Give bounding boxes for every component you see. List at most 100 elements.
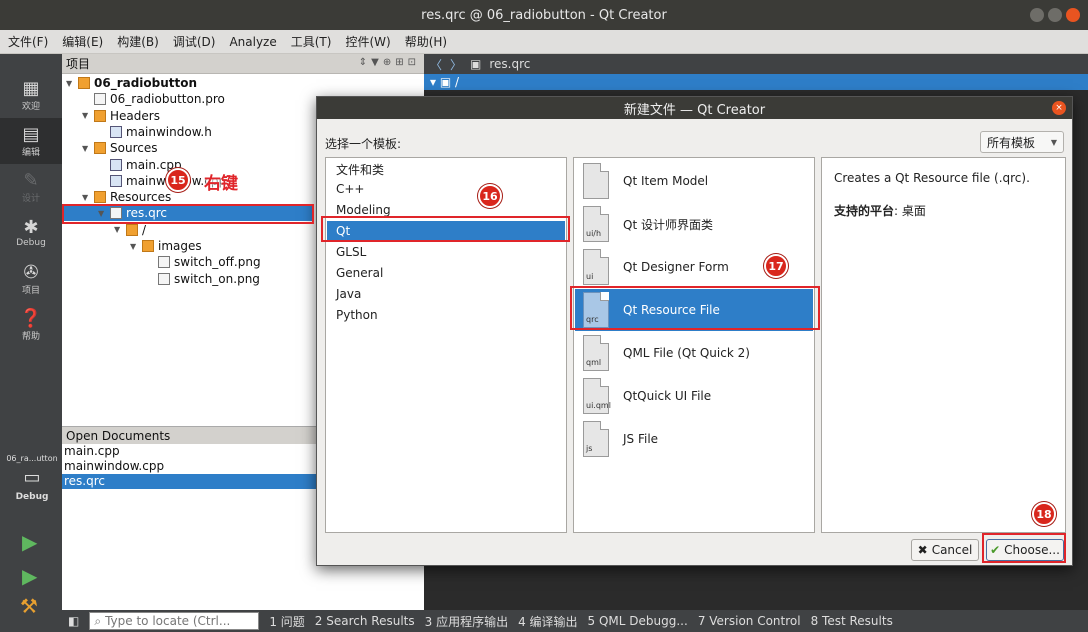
run-icon[interactable]: ▶ [22, 530, 37, 554]
editor-file-name[interactable]: res.qrc [489, 57, 530, 71]
chevron-down-icon[interactable]: ▼ [82, 144, 94, 153]
output-pane-vcs[interactable]: 7 Version Control [698, 614, 801, 628]
chevron-down-icon[interactable]: ▼ [82, 193, 94, 202]
step-badge-17: 17 [764, 254, 788, 278]
menu-edit[interactable]: 编辑(E) [60, 31, 105, 52]
category-item[interactable]: GLSL [327, 242, 565, 262]
tree-item-label: Sources [110, 141, 158, 156]
template-item[interactable]: js JS File [575, 418, 813, 460]
help-icon: ❓ [19, 307, 43, 329]
window-close-button[interactable] [1066, 8, 1080, 22]
tree-item[interactable]: ▼ 06_radiobutton [62, 75, 422, 91]
editor-resource-root[interactable]: ▾ ▣ / [424, 74, 1088, 90]
output-pane-issues[interactable]: 1 问题 [269, 613, 304, 630]
png-file-icon [158, 272, 170, 285]
output-pane-tests[interactable]: 8 Test Results [811, 614, 893, 628]
resources-folder-icon [94, 191, 106, 204]
template-description-pane: Creates a Qt Resource file (.qrc). 支持的平台… [821, 157, 1066, 533]
template-item[interactable]: Qt Item Model [575, 160, 813, 202]
mode-sidebar: ▦ 欢迎 ▤ 编辑 ✎ 设计 ✱ Debug ✇ 项目 ❓ 帮助 06_ra..… [0, 54, 62, 632]
cpp-file-icon [110, 174, 122, 187]
close-icon[interactable]: × [1052, 101, 1066, 115]
bug-icon: ✱ [23, 217, 39, 238]
category-item[interactable]: Java [327, 284, 565, 304]
mode-help[interactable]: ❓ 帮助 [0, 302, 62, 348]
category-item[interactable]: C++ [327, 179, 565, 199]
mode-projects[interactable]: ✇ 项目 [0, 256, 62, 302]
category-group-header: 文件和类 [336, 163, 385, 177]
mode-welcome[interactable]: ▦ 欢迎 [0, 72, 62, 118]
step-badge-16: 16 [478, 184, 502, 208]
nav-back-icon[interactable]: 〈 [430, 56, 442, 73]
template-item[interactable]: ui.qml QtQuick UI File [575, 375, 813, 417]
mode-design[interactable]: ✎ 设计 [0, 164, 62, 210]
menu-build[interactable]: 构建(B) [115, 31, 161, 52]
debug-run-icon[interactable]: ▶ [22, 564, 37, 588]
new-file-dialog: 新建文件 — Qt Creator × 选择一个模板: 所有模板 ▼ 文件和类 … [316, 96, 1073, 566]
menu-help[interactable]: 帮助(H) [403, 31, 449, 52]
nav-forward-icon[interactable]: 〉 [450, 56, 462, 73]
kit-selector[interactable]: 06_ra...utton ▭ Debug [2, 454, 62, 502]
annotation-right-click: 右键 [204, 174, 238, 194]
design-icon: ✎ [23, 169, 39, 191]
menu-analyze[interactable]: Analyze [227, 33, 278, 51]
platform-label: 支持的平台 [834, 204, 895, 218]
resource-root-label: / [455, 75, 460, 89]
window-controls [1030, 8, 1080, 22]
tree-item-label: Headers [110, 108, 160, 123]
folder-icon: ▾ ▣ [430, 75, 455, 89]
template-item[interactable]: ui/h Qt 设计师界面类 [575, 203, 813, 245]
toggle-sidebar-icon[interactable]: ◧ [68, 614, 79, 628]
step-badge-15: 15 [166, 168, 190, 192]
minimize-button[interactable] [1030, 8, 1044, 22]
menu-tools[interactable]: 工具(T) [289, 31, 334, 52]
search-icon: ⌕ [94, 613, 102, 628]
menu-debug[interactable]: 调试(D) [171, 31, 218, 52]
output-pane-app-output[interactable]: 3 应用程序输出 [425, 613, 508, 630]
category-item[interactable]: Python [327, 305, 565, 325]
output-pane-qml-debug[interactable]: 5 QML Debugg... [588, 614, 688, 628]
mode-label: 欢迎 [21, 101, 40, 112]
mode-label: 设计 [21, 193, 40, 204]
sources-folder-icon [94, 142, 106, 155]
template-filter-select[interactable]: 所有模板 ▼ [980, 131, 1064, 153]
template-filter-value: 所有模板 [987, 135, 1036, 150]
annotation-box-res-qrc [62, 204, 314, 224]
chevron-down-icon[interactable]: ▼ [82, 111, 94, 120]
mode-edit[interactable]: ▤ 编辑 [0, 118, 62, 164]
step-badge-18: 18 [1032, 502, 1056, 526]
file-template-icon [583, 163, 609, 199]
maximize-button[interactable] [1048, 8, 1062, 22]
cpp-file-icon [110, 158, 122, 171]
cancel-button[interactable]: ✖ Cancel [911, 539, 979, 561]
status-bar: ◧ ⌕ Type to locate (Ctrl... 1 问题 2 Searc… [62, 610, 1088, 632]
chevron-down-icon[interactable]: ▼ [114, 225, 126, 234]
output-pane-compile[interactable]: 4 编译输出 [518, 613, 577, 630]
panel-toolbar-icons[interactable]: ⇕▼⊕⊞⊡ [359, 57, 420, 68]
menu-file[interactable]: 文件(F) [6, 31, 50, 52]
chevron-down-icon[interactable]: ▼ [66, 79, 78, 88]
template-label: Qt 设计师界面类 [623, 217, 713, 232]
file-template-icon: ui.qml [583, 378, 611, 414]
locator-input[interactable]: ⌕ Type to locate (Ctrl... [89, 612, 260, 630]
file-template-icon: ui [583, 249, 609, 285]
output-pane-search[interactable]: 2 Search Results [315, 614, 415, 628]
template-description: Creates a Qt Resource file (.qrc). [834, 171, 1030, 185]
chevron-down-icon[interactable]: ▼ [130, 242, 142, 251]
mode-debug[interactable]: ✱ Debug [0, 210, 62, 256]
kit-mode: Debug [15, 492, 49, 502]
folder-icon [142, 240, 154, 252]
annotation-box-qt-resource-file [570, 286, 820, 330]
template-item[interactable]: qml QML File (Qt Quick 2) [575, 332, 813, 374]
file-template-icon: ui/h [583, 206, 609, 242]
menu-bar: 文件(F) 编辑(E) 构建(B) 调试(D) Analyze 工具(T) 控件… [0, 30, 1088, 54]
mode-label: 项目 [21, 285, 40, 296]
build-hammer-icon[interactable]: ⚒ [20, 594, 38, 618]
template-label: QtQuick UI File [623, 389, 712, 403]
editor-toolbar: 〈 〉 ▣ res.qrc [424, 54, 1088, 74]
category-item[interactable]: General [327, 263, 565, 283]
locator-placeholder: Type to locate (Ctrl... [105, 614, 231, 628]
template-label: JS File [623, 432, 659, 446]
menu-widgets[interactable]: 控件(W) [343, 31, 392, 52]
window-titlebar: res.qrc @ 06_radiobutton - Qt Creator [0, 0, 1088, 30]
